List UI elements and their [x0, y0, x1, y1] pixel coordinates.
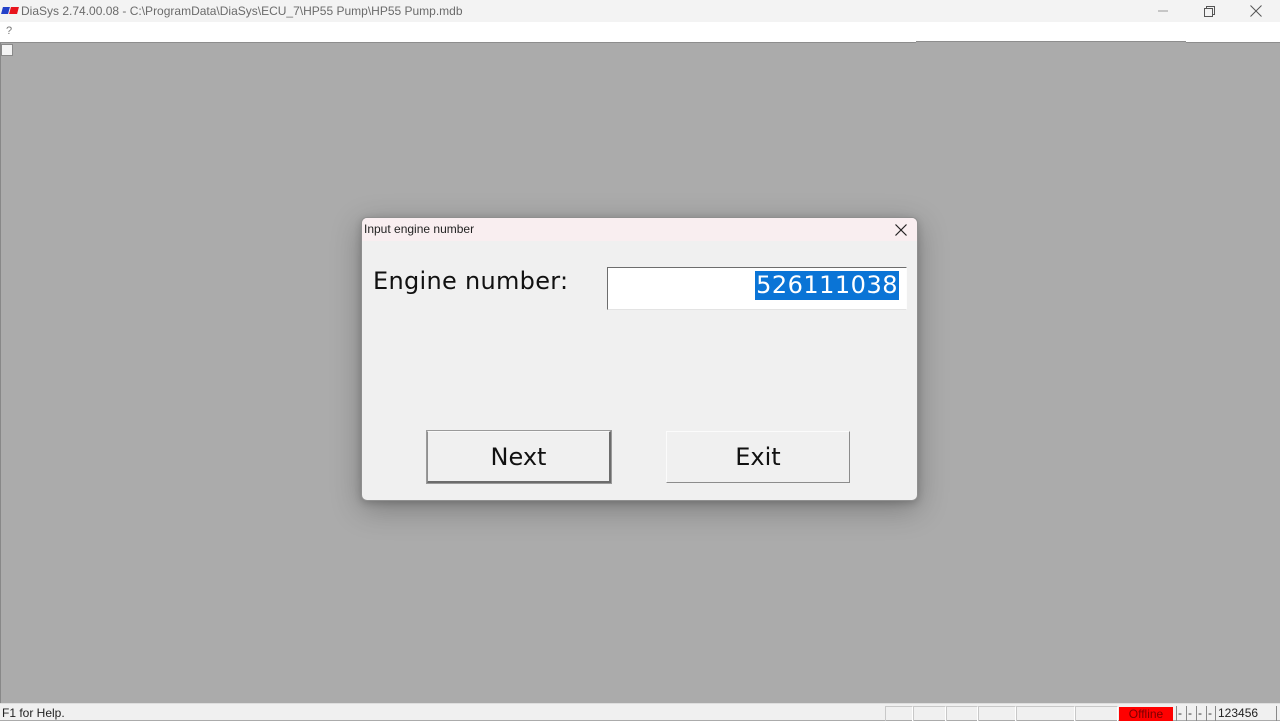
menubar-divider	[916, 41, 1186, 42]
status-pane	[913, 706, 946, 721]
maximize-button[interactable]	[1186, 0, 1232, 22]
connection-status-badge: Offline	[1119, 707, 1173, 721]
engine-number-label: Engine number:	[373, 267, 569, 295]
next-button[interactable]: Next	[426, 430, 612, 484]
close-icon	[1250, 5, 1262, 17]
close-button[interactable]	[1233, 0, 1279, 22]
status-pane	[1075, 706, 1118, 721]
status-indicator: -	[1186, 706, 1196, 721]
status-indicator: -	[1196, 706, 1206, 721]
restore-icon	[1203, 5, 1215, 17]
statusbar: F1 for Help. Offline - - - - 123456	[0, 703, 1280, 721]
minimize-icon	[1158, 10, 1168, 12]
workspace-border	[0, 43, 1, 703]
status-pane	[946, 706, 978, 721]
status-help-text: F1 for Help.	[2, 706, 65, 720]
dialog-title: Input engine number	[364, 222, 475, 236]
exit-button[interactable]: Exit	[666, 431, 850, 483]
dialog-titlebar: Input engine number	[362, 218, 917, 241]
engine-number-input[interactable]: 526111038	[607, 267, 907, 310]
status-pane	[1016, 706, 1075, 721]
status-indicator: -	[1176, 706, 1186, 721]
window-titlebar: DiaSys 2.74.00.08 - C:\ProgramData\DiaSy…	[0, 0, 1280, 22]
status-pane-divider	[1276, 706, 1277, 721]
dialog-close-button[interactable]	[891, 221, 911, 239]
minimize-button[interactable]	[1140, 0, 1186, 22]
engine-number-value: 526111038	[755, 271, 899, 300]
toolbar-button[interactable]	[1, 44, 13, 56]
menu-item-help[interactable]: ?	[6, 25, 12, 37]
window-title: DiaSys 2.74.00.08 - C:\ProgramData\DiaSy…	[21, 4, 463, 18]
status-pane	[978, 706, 1016, 721]
status-pane	[885, 706, 913, 721]
input-engine-number-dialog: Input engine number Engine number: 52611…	[361, 217, 918, 501]
close-icon	[895, 224, 907, 236]
app-logo-icon	[1, 7, 19, 14]
menubar: ?	[0, 22, 1280, 42]
status-code: 123456	[1215, 706, 1275, 721]
